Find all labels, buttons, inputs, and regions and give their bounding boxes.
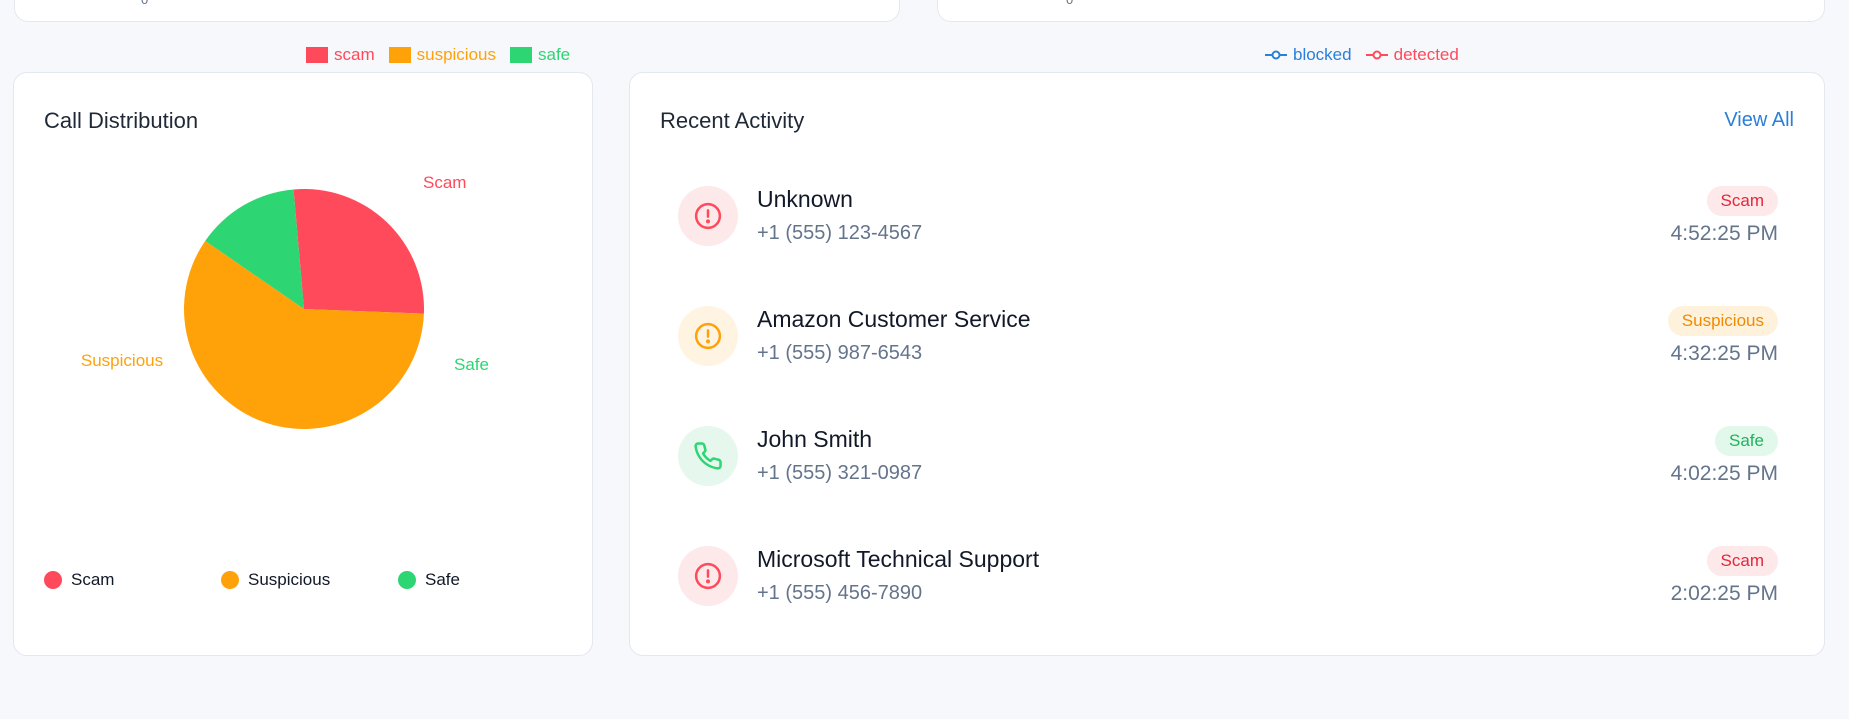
call-time: 4:32:25 PM [1670, 342, 1778, 365]
line-marker-icon [1265, 50, 1287, 60]
legend-label: detected [1393, 45, 1459, 64]
status-badge: Scam [1706, 546, 1778, 576]
legend-label: safe [538, 45, 571, 64]
legend-dot-safe [398, 571, 416, 589]
legend-item-detected[interactable]: detected [1365, 45, 1459, 65]
alert-circle-icon [678, 306, 738, 366]
legend-swatch-safe [510, 47, 532, 63]
legend-item-safe[interactable]: Safe [398, 570, 575, 590]
legend-item-scam[interactable]: Scam [44, 570, 221, 590]
line-marker-icon [1365, 50, 1388, 60]
caller-name: Amazon Customer Service [757, 306, 1031, 332]
legend-dot-suspicious [221, 571, 239, 589]
caller-number: +1 (555) 987-6543 [757, 342, 923, 364]
caller-name: John Smith [757, 426, 873, 452]
status-badge: Safe [1715, 426, 1778, 456]
legend-dot-scam [44, 571, 62, 589]
legend-label: scam [334, 45, 375, 64]
legend-item-suspicious[interactable]: suspicious [388, 45, 496, 65]
legend-label: blocked [1293, 45, 1352, 64]
pie-label-suspicious: Suspicious [81, 351, 163, 370]
caller-number: +1 (555) 321-0987 [757, 462, 923, 484]
phone-icon [678, 426, 738, 486]
y-axis-zero-label: 0 [141, 0, 148, 7]
alert-circle-icon [678, 186, 738, 246]
y-axis-zero-label: 0 [1066, 0, 1073, 7]
legend-label: Safe [425, 570, 460, 589]
status-badge: Suspicious [1667, 306, 1778, 336]
distribution-legend: Scam Suspicious Safe [44, 570, 575, 590]
call-time: 4:52:25 PM [1670, 222, 1778, 245]
alert-circle-icon [678, 546, 738, 606]
activity-row[interactable]: John Smith +1 (555) 321-0987 Safe 4:02:25 P… [678, 416, 1778, 496]
caller-number: +1 (555) 123-4567 [757, 222, 923, 244]
pie-slice-scam[interactable] [293, 189, 424, 314]
card-title: Recent Activity [660, 108, 805, 133]
monthly-chart-legend: blocked detected [1265, 45, 1473, 65]
call-distribution-card: Call Distribution Scam Suspicious Safe Sca… [13, 72, 593, 656]
view-all-link[interactable]: View All [1724, 109, 1794, 132]
call-time: 2:02:25 PM [1670, 582, 1778, 605]
legend-swatch-suspicious [388, 47, 411, 63]
legend-item-scam[interactable]: scam [306, 45, 375, 65]
caller-number: +1 (555) 456-7890 [757, 582, 923, 604]
call-time: 4:02:25 PM [1670, 462, 1778, 485]
legend-item-blocked[interactable]: blocked [1265, 45, 1352, 65]
status-badge: Scam [1706, 186, 1778, 216]
activity-row[interactable]: Amazon Customer Service +1 (555) 987-6543… [678, 296, 1778, 376]
activity-row[interactable]: Microsoft Technical Support +1 (555) 456-… [678, 536, 1778, 616]
pie-label-safe: Safe [454, 355, 489, 374]
weekly-chart-legend: scam suspicious safe [306, 45, 584, 65]
pie-label-scam: Scam [423, 173, 466, 192]
activity-row[interactable]: Unknown +1 (555) 123-4567 Scam 4:52:25 PM [678, 176, 1778, 256]
legend-label: Scam [71, 570, 115, 589]
call-distribution-pie-chart: Scam Suspicious Safe [81, 173, 489, 429]
monthly-chart-card: 0 Week 1Week 2Week 3Week 4 [937, 0, 1825, 22]
caller-name: Unknown [757, 186, 853, 212]
caller-name: Microsoft Technical Support [757, 546, 1040, 572]
legend-item-safe[interactable]: safe [510, 45, 570, 65]
legend-swatch-scam [306, 47, 328, 63]
legend-item-suspicious[interactable]: Suspicious [221, 570, 398, 590]
weekly-chart-card: 0 MonTueWedThuFriSatSun [14, 0, 900, 22]
legend-label: Suspicious [248, 570, 331, 589]
recent-activity-card: Recent Activity View All Unknown +1 (555)… [629, 72, 1825, 656]
legend-label: suspicious [416, 45, 496, 64]
